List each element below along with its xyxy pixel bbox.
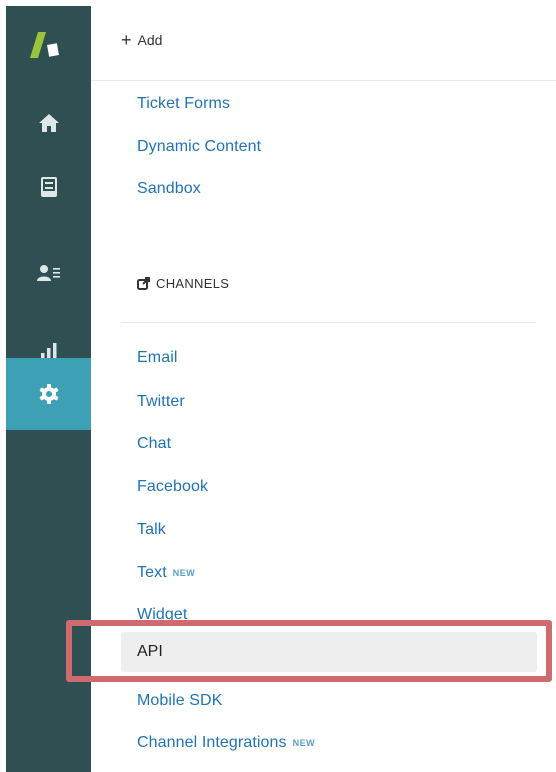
channel-twitter[interactable]: Twitter xyxy=(137,393,185,411)
add-button-label: Add xyxy=(137,32,163,48)
channel-api-selected-row[interactable]: API xyxy=(121,632,537,672)
nav-customers[interactable] xyxy=(6,238,91,308)
link-dynamic-content[interactable]: Dynamic Content xyxy=(137,138,261,156)
section-divider xyxy=(121,322,536,323)
channel-integrations-label: Channel Integrations xyxy=(137,734,287,751)
channel-widget[interactable]: Widget xyxy=(137,606,187,624)
link-sandbox[interactable]: Sandbox xyxy=(137,180,201,198)
new-badge: NEW xyxy=(172,568,196,578)
channel-mobile-sdk[interactable]: Mobile SDK xyxy=(137,692,222,710)
nav-home[interactable] xyxy=(6,88,91,158)
gear-icon xyxy=(39,384,58,404)
channel-integrations[interactable]: Channel Integrations NEW xyxy=(137,734,315,752)
home-icon xyxy=(38,114,59,132)
channel-chat[interactable]: Chat xyxy=(137,435,171,453)
external-link-icon xyxy=(137,277,150,290)
channel-api-label: API xyxy=(137,643,163,660)
add-button[interactable]: + Add xyxy=(121,30,163,50)
channel-facebook[interactable]: Facebook xyxy=(137,478,208,496)
channels-section-title: CHANNELS xyxy=(137,276,229,291)
channel-text-label: Text xyxy=(137,564,167,581)
customers-icon xyxy=(36,265,60,281)
new-badge: NEW xyxy=(292,738,316,748)
zendesk-logo-icon[interactable] xyxy=(28,30,68,60)
nav-views[interactable] xyxy=(6,152,91,222)
top-bar: + Add xyxy=(91,6,556,81)
channel-talk[interactable]: Talk xyxy=(137,521,166,539)
channels-title-label: CHANNELS xyxy=(156,276,230,291)
channel-text[interactable]: Text NEW xyxy=(137,564,195,582)
link-ticket-forms[interactable]: Ticket Forms xyxy=(137,95,230,113)
sidebar xyxy=(6,6,91,772)
plus-icon: + xyxy=(121,30,132,50)
views-icon xyxy=(40,177,57,197)
nav-admin[interactable] xyxy=(6,358,91,430)
channel-email[interactable]: Email xyxy=(137,349,178,367)
